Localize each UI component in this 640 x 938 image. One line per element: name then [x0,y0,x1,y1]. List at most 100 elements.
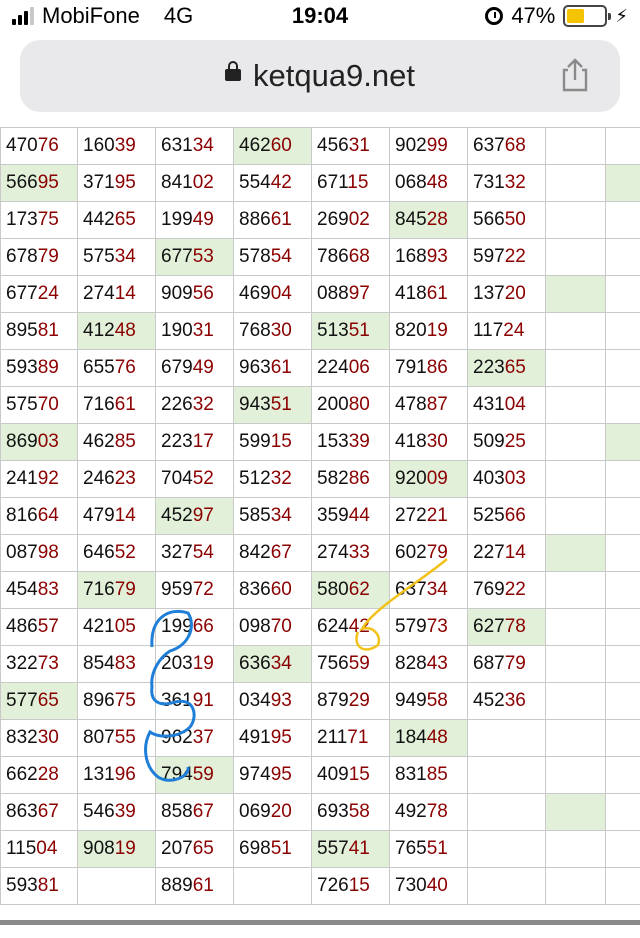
cell-tail-digits: 34 [114,246,136,267]
cell-head-digits: 585 [239,505,271,526]
table-cell: 27221 [389,497,468,535]
cell-tail-digits: 61 [270,357,292,378]
table-cell: 62778 [467,608,546,646]
cell-tail-digits: 83 [37,579,59,600]
table-cell: 47076 [0,127,78,165]
table-cell: 96361 [233,349,312,387]
table-cell [605,164,640,202]
cell-tail-digits: 15 [348,875,370,896]
table-cell: 76551 [389,830,468,868]
cell-tail-digits: 79 [37,246,59,267]
address-bar[interactable]: ketqua9.net [20,40,620,112]
cell-head-digits: 272 [395,505,427,526]
cell-head-digits: 693 [317,801,349,822]
bottom-divider [0,920,640,925]
table-cell: 48657 [0,608,78,646]
cell-head-digits: 671 [317,172,348,193]
cell-tail-digits: 73 [426,616,448,637]
table-cell: 58534 [233,497,312,535]
cell-head-digits: 920 [395,468,427,489]
cell-head-digits: 227 [473,542,505,563]
table-cell [605,830,640,868]
table-cell: 09870 [233,608,312,646]
cell-tail-digits: 39 [114,801,136,822]
table-cell: 64652 [77,534,156,572]
table-cell [545,608,606,646]
table-cell: 90819 [77,830,156,868]
table-cell: 59389 [0,349,78,387]
table-cell: 08798 [0,534,78,572]
cell-head-digits: 627 [473,616,505,637]
cell-tail-digits: 14 [114,505,136,526]
table-cell: 59381 [0,867,78,905]
table-row: 86367 54639 85867 06920 69358 49278 [0,793,640,831]
cell-tail-digits: 71 [347,727,369,748]
cell-head-digits: 726 [317,875,349,896]
table-cell: 80755 [77,719,156,757]
table-row: 86903 46285 22317 59915 15339 41830 50925 [0,423,640,461]
table-cell: 19966 [155,608,234,646]
cell-tail-digits: 56 [192,283,214,304]
cell-tail-digits: 19 [114,838,136,859]
cell-head-digits: 593 [6,357,38,378]
cell-tail-digits: 43 [426,653,448,674]
cell-tail-digits: 79 [114,579,136,600]
cell-head-digits: 886 [239,209,271,230]
cell-head-digits: 662 [6,764,38,785]
table-cell: 45631 [311,127,390,165]
table-cell [545,534,606,572]
cell-head-digits: 359 [317,505,349,526]
cell-tail-digits: 93 [270,690,292,711]
url-text[interactable]: ketqua9.net [253,58,415,93]
cell-tail-digits: 67 [270,542,292,563]
table-cell: 85867 [155,793,234,831]
cell-tail-digits: 95 [270,727,292,748]
table-cell: 21171 [311,719,390,757]
share-icon[interactable] [560,58,590,92]
table-cell: 57854 [233,238,312,276]
table-cell: 56650 [467,201,546,239]
cell-tail-digits: 15 [270,431,292,452]
cell-tail-digits: 60 [270,579,292,600]
table-cell [545,793,606,831]
cell-tail-digits: 58 [426,690,448,711]
cell-tail-digits: 67 [37,801,59,822]
cell-tail-digits: 29 [348,690,370,711]
cell-tail-digits: 51 [270,838,292,859]
cell-head-digits: 831 [395,764,427,785]
cell-head-digits: 199 [161,616,193,637]
cell-tail-digits: 70 [37,394,59,415]
cell-head-digits: 442 [83,209,115,230]
table-row: 66228 13196 79459 97495 40915 83185 [0,756,640,794]
cell-head-digits: 087 [6,542,38,563]
cell-head-digits: 863 [6,801,38,822]
table-cell [605,460,640,498]
cell-tail-digits: 31 [348,135,370,156]
table-cell [545,830,606,868]
table-cell: 13196 [77,756,156,794]
table-cell: 86367 [0,793,78,831]
cell-tail-digits: 78 [426,801,448,822]
cell-head-digits: 470 [6,135,38,156]
table-cell: 90299 [389,127,468,165]
table-cell: 19949 [155,201,234,239]
cell-head-digits: 203 [161,653,193,674]
table-cell: 67879 [0,238,78,276]
cell-tail-digits: 91 [192,690,214,711]
alarm-icon [485,7,504,25]
cell-head-digits: 677 [6,283,38,304]
table-cell: 43104 [467,386,546,424]
cell-tail-digits: 50 [504,209,526,230]
cell-tail-digits: 76 [37,135,59,156]
address-content[interactable]: ketqua9.net [20,58,620,94]
cell-head-digits: 223 [161,431,193,452]
cell-tail-digits: 28 [37,764,59,785]
table-row: 57570 71661 22632 94351 20080 47887 43104 [0,386,640,424]
status-bar: MobiFone 4G 19:04 47% ⚡ [0,0,640,30]
cell-head-digits: 580 [317,579,349,600]
table-cell: 82843 [389,645,468,683]
cell-tail-digits: 20 [504,283,526,304]
cell-tail-digits: 30 [270,320,292,341]
cell-head-digits: 168 [395,246,427,267]
table-cell [233,867,312,905]
